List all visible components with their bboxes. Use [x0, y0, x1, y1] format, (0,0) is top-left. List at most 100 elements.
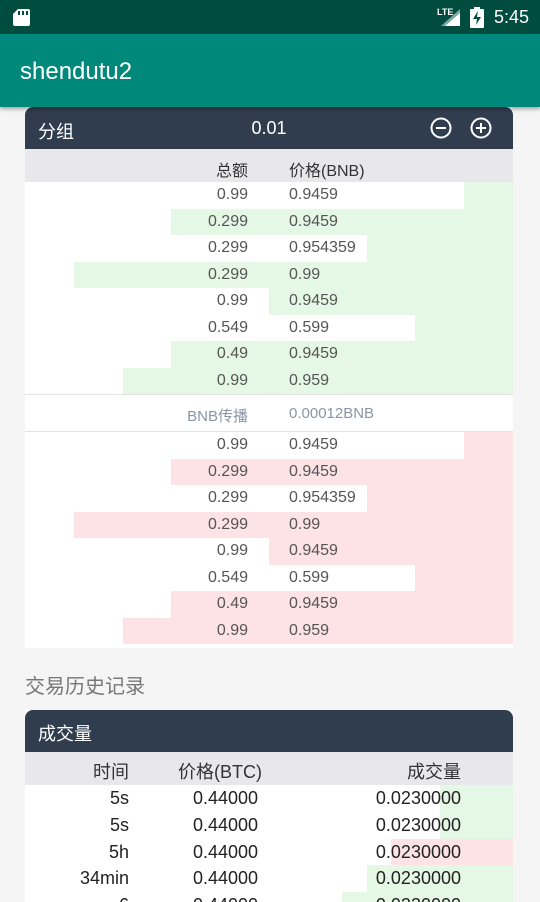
- price-cell: 0.9459: [289, 595, 338, 612]
- spread-value: 0.00012BNB: [289, 405, 375, 422]
- trade-volume-cell: 0.0230000: [376, 895, 461, 902]
- trade-history-column-header: 时间 价格(BTC) 成交量: [25, 752, 513, 785]
- orderbook-column-header: 总额 价格(BNB): [25, 149, 513, 182]
- ask-row[interactable]: 0.99 0.9459: [25, 432, 513, 459]
- plus-circle-icon[interactable]: [470, 117, 492, 139]
- bid-row[interactable]: 0.299 0.954359: [25, 235, 513, 262]
- bid-row[interactable]: 0.99 0.959: [25, 367, 513, 394]
- price-btc-column-header: 价格(BTC): [178, 762, 262, 782]
- app-bar: shendutu2: [0, 34, 540, 107]
- amount-cell: 0.99: [216, 436, 248, 453]
- trade-price-cell: 0.44000: [193, 895, 258, 902]
- depth-bar: [415, 564, 513, 591]
- price-cell: 0.9459: [289, 292, 338, 309]
- bid-row[interactable]: 0.49 0.9459: [25, 341, 513, 368]
- bid-row[interactable]: 0.299 0.99: [25, 261, 513, 288]
- price-cell: 0.9459: [289, 186, 338, 203]
- amount-cell: 0.49: [216, 595, 248, 612]
- time-column-header: 时间: [93, 762, 129, 782]
- trade-price-cell: 0.44000: [193, 868, 259, 889]
- amount-cell: 0.299: [207, 515, 248, 533]
- amount-cell: 0.549: [207, 568, 248, 586]
- price-cell: 0.954359: [289, 489, 356, 506]
- ask-row[interactable]: 0.299 0.954359: [25, 485, 513, 512]
- amount-cell: 0.99: [216, 621, 248, 639]
- trade-history-card-title: 成交量: [38, 724, 92, 744]
- amount-cell: 0.99: [216, 542, 248, 559]
- price-cell: 0.599: [289, 568, 330, 586]
- amount-cell: 0.99: [216, 292, 248, 309]
- price-cell: 0.599: [289, 318, 330, 336]
- price-cell: 0.9459: [289, 436, 338, 453]
- asks-list: 0.99 0.9459 0.299 0.9459 0.299 0.954359 0.299 0…: [25, 432, 513, 644]
- trade-row[interactable]: 5h 0.44000 0.0230000: [25, 838, 513, 866]
- price-cell: 0.9459: [289, 462, 338, 480]
- trade-row[interactable]: 5s 0.44000 0.0230000: [25, 785, 513, 812]
- ask-row[interactable]: 0.99 0.9459: [25, 538, 513, 565]
- ask-row[interactable]: 0.299 0.99: [25, 511, 513, 538]
- trade-row[interactable]: 5s 0.44000 0.0230000: [25, 811, 513, 839]
- trade-time-cell: 5s: [109, 788, 129, 808]
- trade-price-cell: 0.44000: [193, 814, 259, 835]
- ask-row[interactable]: 0.99 0.959: [25, 617, 513, 644]
- ask-row[interactable]: 0.549 0.599: [25, 564, 513, 591]
- spread-label: BNB传播: [187, 408, 248, 425]
- trade-time-cell: 5s: [109, 814, 129, 835]
- depth-bar: [464, 182, 513, 209]
- trade-price-cell: 0.44000: [193, 841, 259, 862]
- signal-icon: [441, 9, 460, 26]
- trade-volume-cell: 0.0230000: [375, 868, 461, 889]
- orderbook-header: 分组 0.01: [25, 107, 513, 149]
- amount-cell: 0.299: [207, 265, 248, 283]
- price-cell: 0.959: [289, 621, 330, 639]
- bid-row[interactable]: 0.99 0.9459: [25, 182, 513, 209]
- amount-cell: 0.99: [216, 371, 248, 389]
- spread-row: BNB传播 0.00012BNB: [25, 394, 513, 432]
- volume-column-header: 成交量: [407, 762, 461, 782]
- trade-history-card: 成交量 时间 价格(BTC) 成交量 5s 0.44000 0.0230000 5s 0…: [25, 710, 513, 902]
- bid-row[interactable]: 0.299 0.9459: [25, 208, 513, 235]
- price-cell: 0.959: [289, 371, 330, 389]
- depth-bar: [366, 485, 513, 512]
- amount-cell: 0.49: [216, 345, 248, 362]
- trade-time-cell: 5h: [108, 841, 129, 862]
- sd-card-icon: [13, 9, 30, 26]
- battery-charging-icon: [470, 7, 484, 28]
- amount-column-header: 总额: [215, 163, 248, 180]
- trade-time-cell: 34min: [79, 868, 129, 889]
- amount-cell: 0.99: [216, 186, 248, 203]
- orderbook-card: 分组 0.01 总额 价格(BNB) 0.99 0.9459 0.299 0.9459…: [25, 107, 513, 648]
- trade-history-title: 交易历史记录: [25, 676, 145, 698]
- trade-price-cell: 0.44000: [193, 788, 259, 808]
- price-column-header: 价格(BNB): [289, 163, 365, 180]
- trade-time-cell: 6: [119, 895, 129, 902]
- depth-bar: [366, 235, 513, 262]
- bid-row[interactable]: 0.99 0.9459: [25, 288, 513, 315]
- trade-row[interactable]: 34min 0.44000 0.0230000: [25, 865, 513, 893]
- trade-history-header: 成交量: [25, 710, 513, 752]
- ask-row[interactable]: 0.299 0.9459: [25, 458, 513, 485]
- ask-row[interactable]: 0.49 0.9459: [25, 591, 513, 618]
- price-cell: 0.9459: [289, 542, 338, 559]
- minus-circle-icon[interactable]: [430, 117, 452, 139]
- bids-list: 0.99 0.9459 0.299 0.9459 0.299 0.954359 0.299 0…: [25, 182, 513, 394]
- trade-volume-cell: 0.0230000: [375, 788, 461, 808]
- amount-cell: 0.299: [207, 462, 248, 480]
- trade-volume-cell: 0.0230000: [375, 814, 461, 835]
- amount-cell: 0.299: [207, 239, 248, 256]
- trade-row[interactable]: 6 0.44000 0.0230000: [25, 892, 513, 902]
- depth-bar: [464, 432, 513, 459]
- bid-row[interactable]: 0.549 0.599: [25, 314, 513, 341]
- depth-bar: [415, 314, 513, 341]
- price-cell: 0.9459: [289, 345, 338, 362]
- price-cell: 0.99: [289, 265, 321, 283]
- app-title: shendutu2: [20, 58, 133, 85]
- trade-volume-cell: 0.0230000: [375, 841, 461, 862]
- amount-cell: 0.299: [207, 212, 248, 230]
- price-cell: 0.954359: [289, 239, 356, 256]
- clock: 5:45: [494, 7, 530, 27]
- price-cell: 0.99: [289, 515, 321, 533]
- trade-list: 5s 0.44000 0.0230000 5s 0.44000 0.0230000 5h 0.…: [25, 785, 513, 902]
- amount-cell: 0.549: [207, 318, 248, 336]
- status-bar: LTE 5:45: [0, 0, 540, 34]
